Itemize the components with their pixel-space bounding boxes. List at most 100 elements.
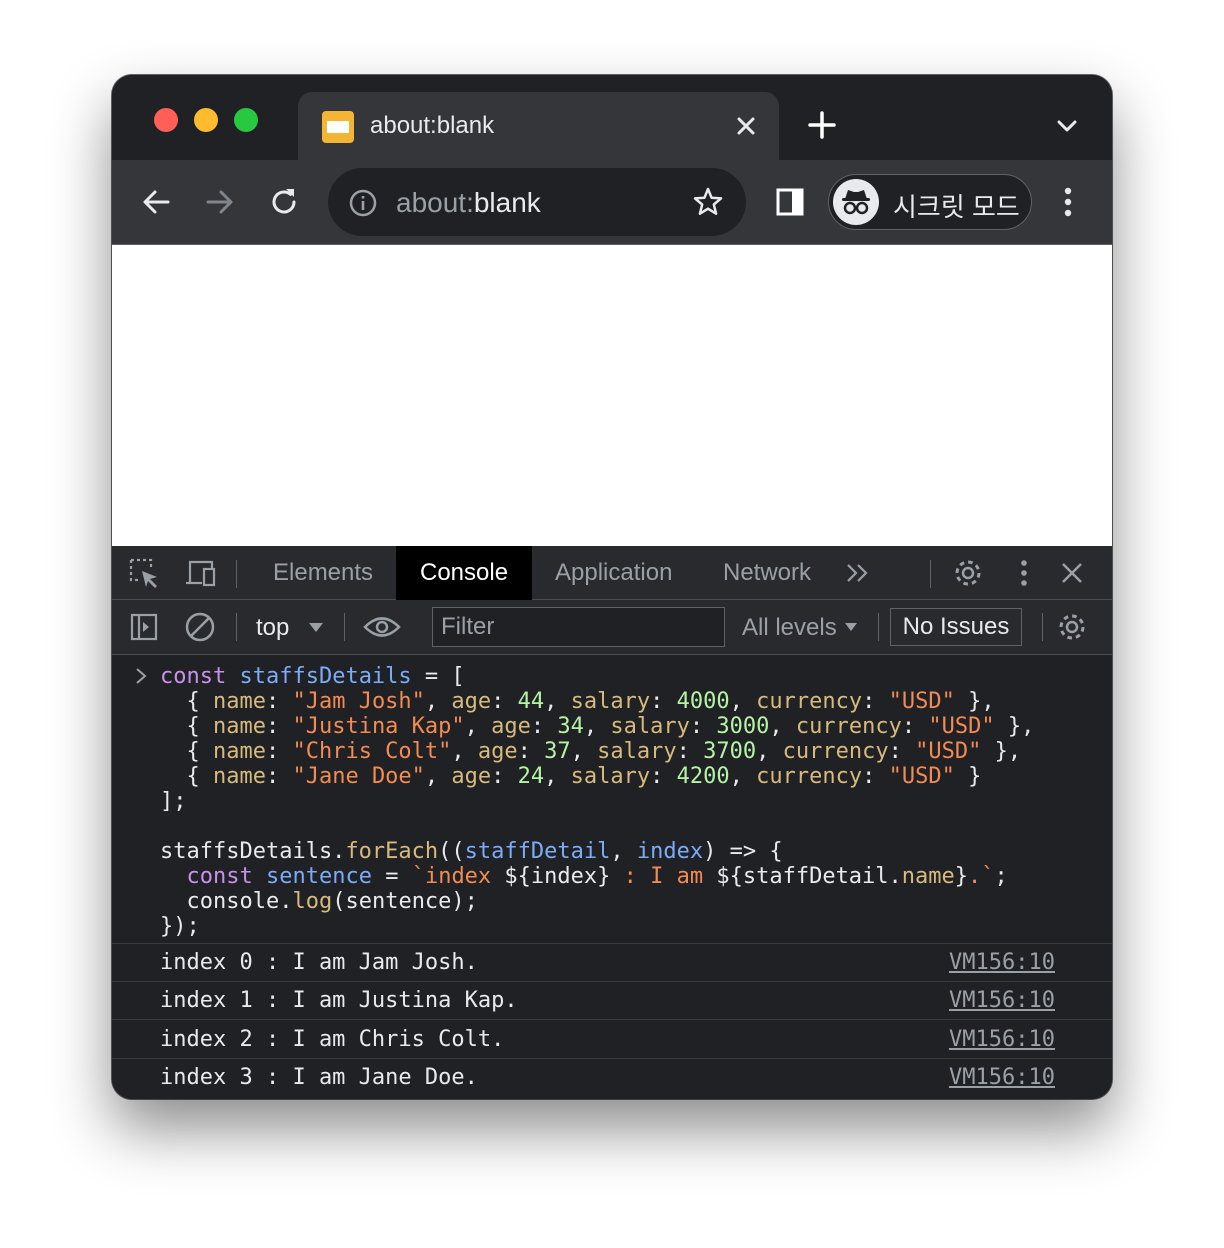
tab-search-chevron-icon[interactable] — [1052, 111, 1082, 141]
code-token: console. — [186, 889, 293, 914]
close-devtools-icon[interactable] — [1052, 553, 1092, 593]
code-token: "Jam Josh" — [292, 689, 425, 714]
code-token: name — [901, 864, 955, 889]
code-token: }, — [994, 714, 1035, 739]
page-content[interactable] — [112, 245, 1112, 546]
back-arrow-icon[interactable] — [136, 182, 176, 222]
forward-arrow-icon[interactable] — [200, 182, 240, 222]
code-token: 4200 — [676, 764, 730, 789]
more-menu-icon[interactable] — [1048, 182, 1088, 222]
code-token: `index — [411, 864, 505, 889]
log-levels-label: All levels — [742, 614, 837, 641]
issues-button[interactable]: No Issues — [890, 608, 1022, 646]
close-tab-icon[interactable] — [730, 110, 762, 142]
divider — [236, 613, 237, 641]
code-line: { name: "Jam Josh", age: 44, salary: 400… — [160, 689, 995, 714]
code-token: : I am — [610, 864, 717, 889]
code-line: { name: "Justina Kap", age: 34, salary: … — [160, 714, 1035, 739]
inspect-element-icon[interactable] — [124, 553, 164, 593]
tab-title: about:blank — [370, 112, 495, 139]
console-log-row: index 3 : I am Jane Doe. VM156:10 — [112, 1059, 1112, 1097]
tab-console[interactable]: Console — [396, 546, 533, 600]
code-line: { name: "Jane Doe", age: 24, salary: 420… — [160, 764, 982, 789]
log-message: index 2 : I am Chris Colt. — [160, 1027, 505, 1052]
code-token: "USD" — [888, 689, 955, 714]
log-source-link[interactable]: VM156:10 — [949, 950, 1055, 975]
code-token: (sentence); — [332, 889, 478, 914]
divider — [1042, 613, 1043, 641]
new-tab-button[interactable] — [802, 105, 842, 145]
device-toolbar-icon[interactable] — [180, 553, 220, 593]
browser-toolbar: about:blank 시크릿 모드 — [112, 160, 1112, 245]
divider — [344, 613, 345, 641]
context-selector[interactable]: top — [256, 614, 289, 642]
reload-icon[interactable] — [264, 182, 304, 222]
code-token: "Justina Kap" — [292, 714, 465, 739]
code-token: = [ — [411, 664, 465, 689]
live-expression-eye-icon[interactable] — [362, 607, 402, 647]
code-token: staffDetail — [464, 839, 611, 864]
log-source-link[interactable]: VM156:10 — [949, 1065, 1055, 1090]
code-token: } — [954, 764, 982, 789]
log-message: index 1 : I am Justina Kap. — [160, 988, 518, 1013]
code-token: index — [636, 839, 704, 864]
code-token: "Jane Doe" — [292, 764, 425, 789]
code-token: } — [954, 864, 969, 889]
console-log-row: index 0 : I am Jam Josh. VM156:10 — [112, 944, 1112, 982]
url-host: blank — [473, 187, 541, 218]
code-line: }); — [160, 914, 200, 939]
code-token: sentence — [265, 864, 372, 889]
code-token: ${staffDetail. — [716, 864, 902, 889]
log-source-link[interactable]: VM156:10 — [949, 1027, 1055, 1052]
code-token: ${index} — [504, 864, 611, 889]
console-output[interactable]: const staffsDetails = [ { name: "Jam Jos… — [112, 655, 1112, 1099]
more-tabs-chevron-icon[interactable] — [838, 553, 878, 593]
code-token: 3700 — [703, 739, 757, 764]
tab-network[interactable]: Network — [723, 546, 811, 600]
bookmark-star-icon[interactable] — [692, 186, 724, 218]
incognito-label: 시크릿 모드 — [893, 192, 1020, 222]
console-log-row: index 1 : I am Justina Kap. VM156:10 — [112, 982, 1112, 1020]
browser-tab[interactable]: about:blank — [298, 92, 779, 160]
log-source-link[interactable]: VM156:10 — [949, 988, 1055, 1013]
minimize-window-button[interactable] — [194, 108, 218, 132]
code-token: const — [160, 664, 227, 689]
code-token: log — [292, 889, 333, 914]
console-settings-gear-icon[interactable] — [1052, 607, 1092, 647]
console-sidebar-icon[interactable] — [124, 607, 164, 647]
code-token: }, — [954, 689, 995, 714]
filter-input[interactable] — [433, 608, 724, 646]
incognito-profile-button[interactable]: 시크릿 모드 — [828, 174, 1032, 230]
zoom-window-button[interactable] — [234, 108, 258, 132]
settings-gear-icon[interactable] — [948, 553, 988, 593]
console-input-entry: const staffsDetails = [ { name: "Jam Jos… — [112, 655, 1112, 944]
log-levels-dropdown[interactable]: All levels — [742, 614, 859, 642]
code-line: staffsDetails.forEach((staffDetail, inde… — [160, 839, 783, 864]
page-favicon-icon — [322, 111, 354, 143]
console-toolbar: top All levels No Issues — [112, 600, 1112, 655]
tab-application[interactable]: Application — [555, 546, 672, 600]
address-bar[interactable]: about:blank — [328, 168, 746, 236]
code-line: const staffsDetails = [ — [160, 664, 465, 689]
code-token: 34 — [557, 714, 584, 739]
close-window-button[interactable] — [154, 108, 178, 132]
clear-console-icon[interactable] — [180, 607, 220, 647]
site-info-icon[interactable] — [348, 188, 378, 218]
code-line: const sentence = `index ${index} : I am … — [186, 864, 1008, 889]
code-token: 4000 — [676, 689, 730, 714]
url-text[interactable]: about:blank — [396, 187, 541, 219]
context-dropdown-icon[interactable] — [296, 607, 336, 647]
code-token: staffsDetails. — [160, 839, 346, 864]
levels-dropdown-icon — [845, 623, 858, 631]
tab-elements[interactable]: Elements — [273, 546, 373, 600]
code-token: staffsDetails — [239, 664, 412, 689]
devtools-tab-bar: Elements Console Application Network — [112, 546, 1112, 600]
devtools-menu-icon[interactable] — [1004, 553, 1044, 593]
code-token: "Chris Colt" — [292, 739, 452, 764]
code-token: .` — [968, 864, 995, 889]
filter-input-box — [432, 607, 725, 647]
side-panel-icon[interactable] — [770, 182, 810, 222]
code-token: 44 — [517, 689, 545, 714]
divider — [930, 560, 931, 588]
divider — [236, 560, 237, 588]
